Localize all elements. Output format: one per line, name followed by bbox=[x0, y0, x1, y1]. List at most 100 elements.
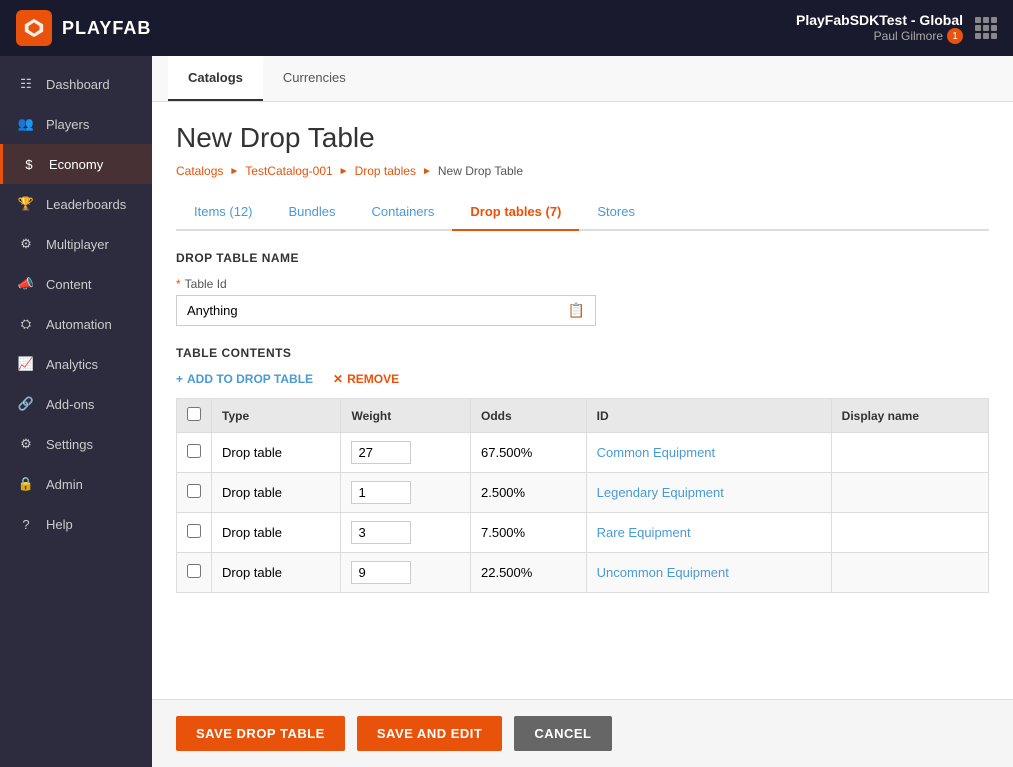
breadcrumb-catalogs[interactable]: Catalogs bbox=[176, 164, 223, 178]
id-link[interactable]: Legendary Equipment bbox=[597, 485, 724, 500]
row-id[interactable]: Legendary Equipment bbox=[586, 473, 831, 513]
weight-input[interactable] bbox=[351, 521, 411, 544]
breadcrumb-testcatalog[interactable]: TestCatalog-001 bbox=[245, 164, 332, 178]
content-icon: 📣 bbox=[16, 274, 36, 294]
row-id[interactable]: Common Equipment bbox=[586, 433, 831, 473]
id-link[interactable]: Rare Equipment bbox=[597, 525, 691, 540]
breadcrumb-droptables[interactable]: Drop tables bbox=[355, 164, 416, 178]
row-checkbox[interactable] bbox=[187, 444, 201, 458]
sidebar-item-label: Settings bbox=[46, 437, 93, 452]
remove-button[interactable]: ✕ REMOVE bbox=[333, 372, 399, 386]
save-drop-table-button[interactable]: SAVE DROP TABLE bbox=[176, 716, 345, 751]
tab-catalogs[interactable]: Catalogs bbox=[168, 56, 263, 101]
weight-input[interactable] bbox=[351, 441, 411, 464]
plus-icon: + bbox=[176, 372, 183, 386]
table-id-field[interactable] bbox=[187, 303, 568, 318]
id-link[interactable]: Common Equipment bbox=[597, 445, 716, 460]
sidebar-item-admin[interactable]: 🔒 Admin bbox=[0, 464, 152, 504]
players-icon: 👥 bbox=[16, 114, 36, 134]
sidebar-item-analytics[interactable]: 📈 Analytics bbox=[0, 344, 152, 384]
logo-icon[interactable] bbox=[16, 10, 52, 46]
row-display bbox=[831, 473, 988, 513]
drop-table-contents: Type Weight Odds ID Display name Drop ta… bbox=[176, 398, 989, 593]
weight-input[interactable] bbox=[351, 561, 411, 584]
help-icon: ? bbox=[16, 514, 36, 534]
row-type: Drop table bbox=[212, 473, 341, 513]
header-title: PlayFabSDKTest - Global Paul Gilmore 1 bbox=[796, 12, 963, 44]
row-weight[interactable] bbox=[341, 513, 471, 553]
analytics-icon: 📈 bbox=[16, 354, 36, 374]
row-weight[interactable] bbox=[341, 473, 471, 513]
cancel-button[interactable]: CANCEL bbox=[514, 716, 611, 751]
sidebar-item-players[interactable]: 👥 Players bbox=[0, 104, 152, 144]
app-header: PLAYFAB PlayFabSDKTest - Global Paul Gil… bbox=[0, 0, 1013, 56]
id-link[interactable]: Uncommon Equipment bbox=[597, 565, 729, 580]
sidebar-item-label: Analytics bbox=[46, 357, 98, 372]
sidebar-item-label: Help bbox=[46, 517, 73, 532]
col-display: Display name bbox=[831, 399, 988, 433]
sidebar-item-leaderboards[interactable]: 🏆 Leaderboards bbox=[0, 184, 152, 224]
header-left: PLAYFAB bbox=[16, 10, 151, 46]
breadcrumb-sep-1: ► bbox=[229, 166, 239, 177]
sidebar-item-economy[interactable]: $ Economy bbox=[0, 144, 152, 184]
sub-tab-droptables[interactable]: Drop tables (7) bbox=[452, 194, 579, 231]
table-row: Drop table 2.500% Legendary Equipment bbox=[177, 473, 989, 513]
content-area: Catalogs Currencies New Drop Table Catal… bbox=[152, 56, 1013, 767]
sidebar-item-help[interactable]: ? Help bbox=[0, 504, 152, 544]
sidebar-item-label: Leaderboards bbox=[46, 197, 126, 212]
sidebar-item-label: Automation bbox=[46, 317, 112, 332]
settings-icon: ⚙ bbox=[16, 434, 36, 454]
add-to-drop-table-button[interactable]: + ADD TO DROP TABLE bbox=[176, 372, 313, 386]
sidebar-item-dashboard[interactable]: ☷ Dashboard bbox=[0, 64, 152, 104]
sidebar-item-label: Multiplayer bbox=[46, 237, 109, 252]
page-content: New Drop Table Catalogs ► TestCatalog-00… bbox=[152, 102, 1013, 699]
select-all-checkbox[interactable] bbox=[187, 407, 201, 421]
addons-icon: 🔗 bbox=[16, 394, 36, 414]
row-id[interactable]: Rare Equipment bbox=[586, 513, 831, 553]
sub-tab-items[interactable]: Items (12) bbox=[176, 194, 271, 231]
sidebar-item-label: Players bbox=[46, 117, 89, 132]
sidebar-item-label: Admin bbox=[46, 477, 83, 492]
sub-tab-bundles[interactable]: Bundles bbox=[271, 194, 354, 231]
row-checkbox-cell bbox=[177, 433, 212, 473]
multiplayer-icon: ⚙ bbox=[16, 234, 36, 254]
row-checkbox[interactable] bbox=[187, 564, 201, 578]
sub-tab-containers[interactable]: Containers bbox=[354, 194, 453, 231]
breadcrumb-current: New Drop Table bbox=[438, 164, 523, 178]
economy-icon: $ bbox=[19, 154, 39, 174]
sidebar-item-settings[interactable]: ⚙ Settings bbox=[0, 424, 152, 464]
breadcrumb-sep-2: ► bbox=[339, 166, 349, 177]
table-id-input-wrapper[interactable]: 📋 bbox=[176, 295, 596, 326]
tab-currencies[interactable]: Currencies bbox=[263, 56, 366, 101]
copy-icon[interactable]: 📋 bbox=[568, 302, 585, 319]
col-odds: Odds bbox=[471, 399, 587, 433]
row-checkbox[interactable] bbox=[187, 484, 201, 498]
row-weight[interactable] bbox=[341, 553, 471, 593]
sidebar-item-automation[interactable]: ⛭ Automation bbox=[0, 304, 152, 344]
section-drop-table-name: DROP TABLE NAME bbox=[176, 251, 989, 265]
sidebar-item-multiplayer[interactable]: ⚙ Multiplayer bbox=[0, 224, 152, 264]
table-row: Drop table 7.500% Rare Equipment bbox=[177, 513, 989, 553]
dashboard-icon: ☷ bbox=[16, 74, 36, 94]
sidebar-item-addons[interactable]: 🔗 Add-ons bbox=[0, 384, 152, 424]
row-checkbox[interactable] bbox=[187, 524, 201, 538]
required-star: * bbox=[176, 277, 181, 291]
sidebar-item-content[interactable]: 📣 Content bbox=[0, 264, 152, 304]
row-type: Drop table bbox=[212, 513, 341, 553]
weight-input[interactable] bbox=[351, 481, 411, 504]
row-id[interactable]: Uncommon Equipment bbox=[586, 553, 831, 593]
top-tabs: Catalogs Currencies bbox=[152, 56, 1013, 102]
save-and-edit-button[interactable]: SAVE AND EDIT bbox=[357, 716, 502, 751]
notification-badge: 1 bbox=[947, 28, 963, 44]
sub-tab-stores[interactable]: Stores bbox=[579, 194, 653, 231]
col-id: ID bbox=[586, 399, 831, 433]
row-odds: 2.500% bbox=[471, 473, 587, 513]
row-type: Drop table bbox=[212, 553, 341, 593]
row-checkbox-cell bbox=[177, 553, 212, 593]
row-odds: 22.500% bbox=[471, 553, 587, 593]
breadcrumb: Catalogs ► TestCatalog-001 ► Drop tables… bbox=[176, 164, 989, 178]
table-row: Drop table 67.500% Common Equipment bbox=[177, 433, 989, 473]
row-type: Drop table bbox=[212, 433, 341, 473]
row-weight[interactable] bbox=[341, 433, 471, 473]
grid-icon[interactable] bbox=[975, 17, 997, 39]
